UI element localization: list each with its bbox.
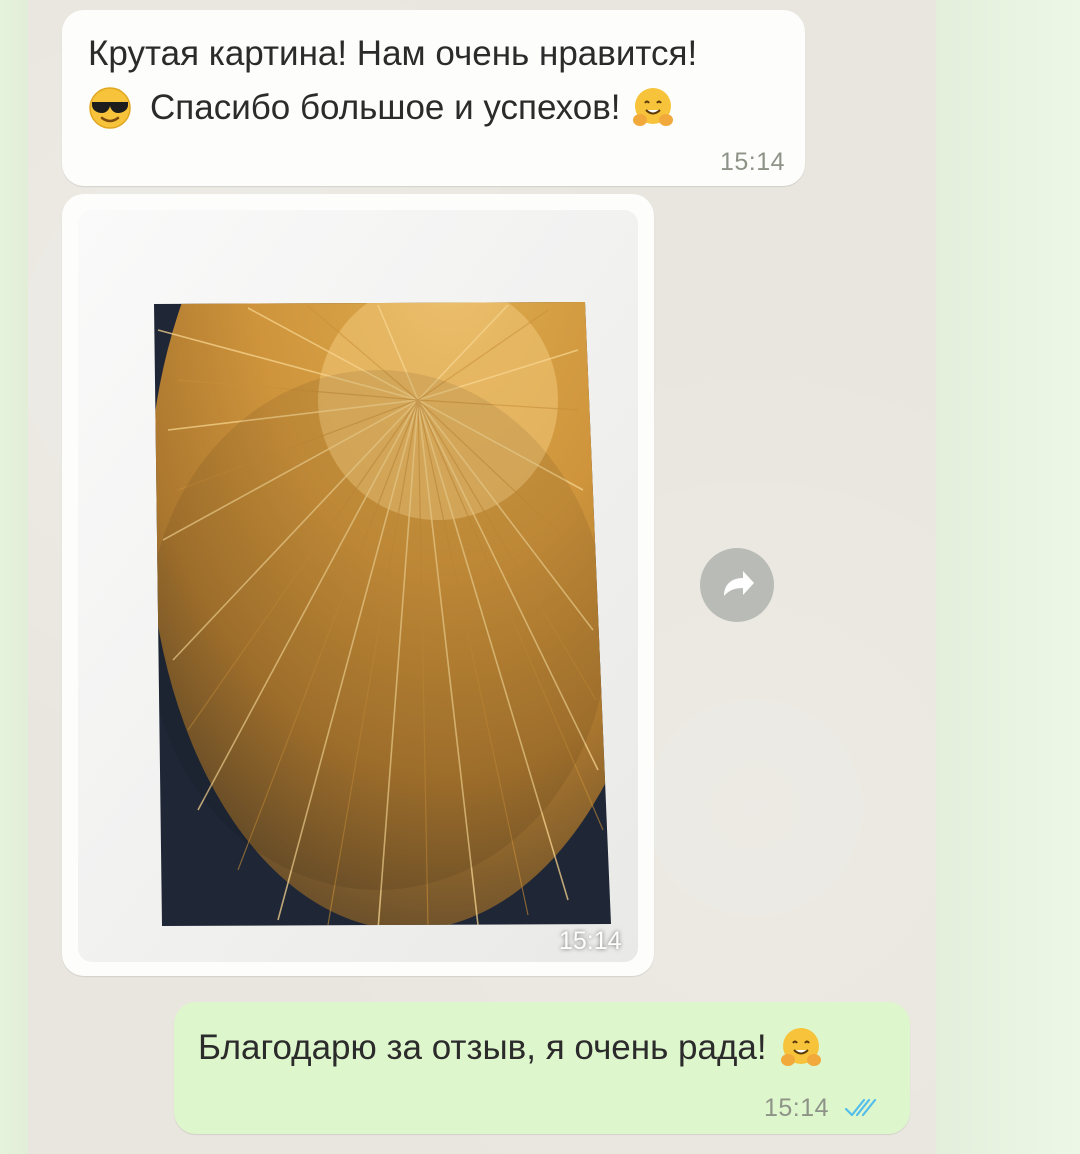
message-line-2-row: Спасибо большое и успехов! xyxy=(88,82,675,134)
message-line-1: Крутая картина! Нам очень нравится! xyxy=(88,34,698,73)
incoming-message-bubble[interactable]: Крутая картина! Нам очень нравится! Спас… xyxy=(62,10,805,186)
message-timestamp: 15:14 xyxy=(719,148,785,176)
outgoing-message-text: Благодарю за отзыв, я очень рада! xyxy=(198,1028,767,1067)
chat-area[interactable]: Крутая картина! Нам очень нравится! Спас… xyxy=(28,0,936,1154)
shared-photo[interactable] xyxy=(78,210,638,962)
outgoing-message-bubble[interactable]: Благодарю за отзыв, я очень рада! 15:14 xyxy=(174,1002,910,1134)
sunglasses-face-emoji xyxy=(89,87,131,129)
hugging-face-emoji xyxy=(632,88,673,126)
hugging-face-emoji xyxy=(780,1028,821,1066)
read-receipt-icon xyxy=(844,1098,877,1117)
message-line-2: Спасибо большое и успехов! xyxy=(150,88,621,127)
page-margin-right xyxy=(936,0,1080,1154)
page-margin-left xyxy=(0,0,28,1154)
forward-arrow-icon xyxy=(724,571,754,596)
outgoing-message-timestamp: 15:14 xyxy=(764,1094,830,1122)
painting-image xyxy=(78,210,638,962)
incoming-photo-bubble[interactable]: 15:14 xyxy=(62,194,654,976)
outgoing-message-row: Благодарю за отзыв, я очень рада! xyxy=(198,1022,823,1074)
photo-timestamp: 15:14 xyxy=(559,927,622,955)
forward-button[interactable] xyxy=(700,548,774,622)
